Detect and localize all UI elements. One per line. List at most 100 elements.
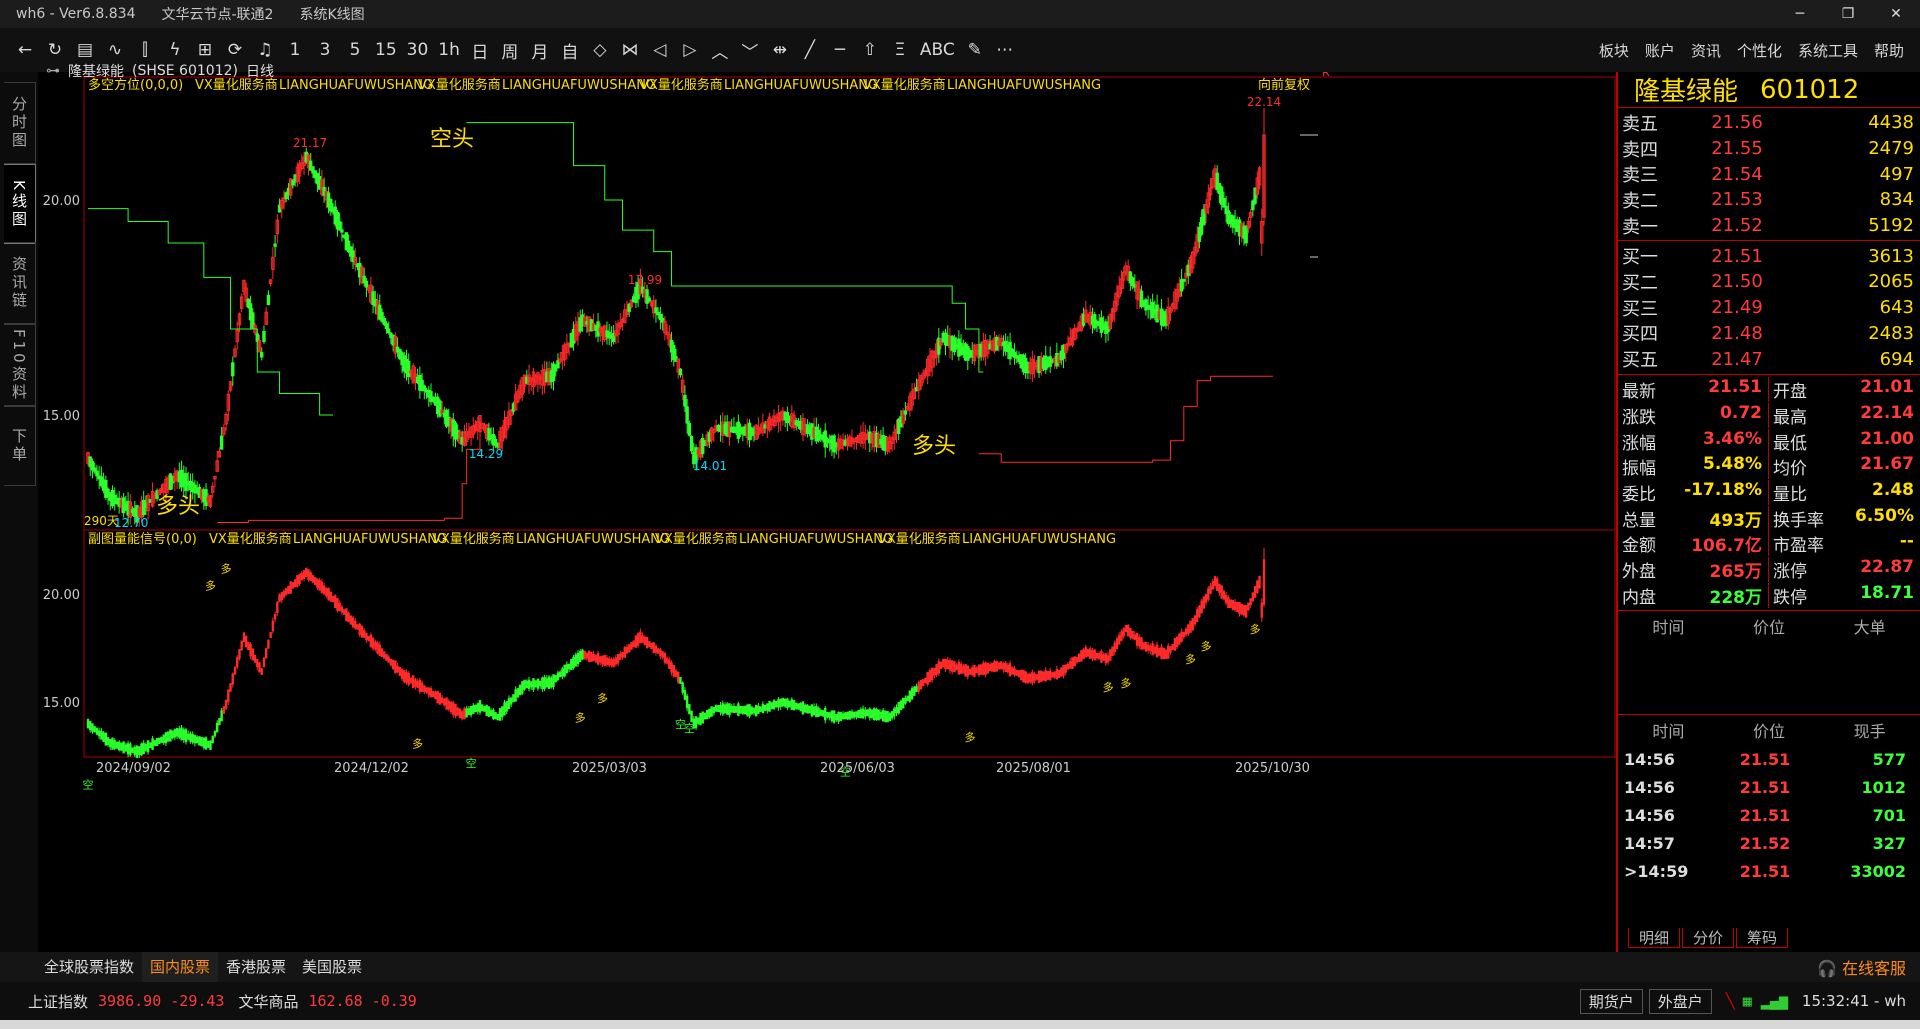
stat-cell: 振幅 5.48% bbox=[1618, 454, 1769, 480]
close-button[interactable]: ✕ bbox=[1872, 0, 1920, 28]
left-tab-1[interactable]: K线图 bbox=[4, 164, 36, 244]
period-select[interactable]: 日线 bbox=[246, 61, 274, 81]
sub-candle-body bbox=[187, 733, 190, 740]
ask-label: 卖三 bbox=[1622, 165, 1658, 187]
sub-candle-body bbox=[345, 608, 348, 622]
sub-candle-body bbox=[741, 706, 745, 714]
sub-candle-body bbox=[953, 661, 956, 673]
sub-candle-body bbox=[946, 659, 949, 670]
foreign-account-button[interactable]: 外盘户 bbox=[1648, 988, 1712, 1014]
sub-candle-body bbox=[790, 699, 794, 710]
sub-candle-body bbox=[425, 687, 428, 693]
kline-chart[interactable]: 20.0015.0020.0015.00多空方位(0,0,0) VX量化服务商 LI… bbox=[38, 66, 1616, 952]
ask-label: 卖一 bbox=[1622, 216, 1658, 238]
sub-candle-body bbox=[394, 660, 397, 674]
stat-row: 外盘 265万 涨停 22.87 bbox=[1618, 557, 1920, 583]
candle-body bbox=[1182, 278, 1186, 282]
menu-item-0[interactable]: 板块 bbox=[1599, 40, 1629, 61]
sub-candle-body bbox=[768, 700, 771, 712]
market-tab-3[interactable]: 美国股票 bbox=[294, 952, 370, 982]
sub-candle-body bbox=[625, 646, 629, 654]
online-support-link[interactable]: 🎧 在线客服 bbox=[1817, 955, 1906, 979]
sub-candle-body bbox=[1251, 592, 1255, 602]
sub-candle-body bbox=[458, 708, 462, 719]
x-tick-label: 2025/08/01 bbox=[996, 761, 1071, 776]
x-tick-label: 2024/12/02 bbox=[334, 761, 409, 776]
stat-value: 5.48% bbox=[1703, 454, 1762, 475]
sub-candle-body bbox=[465, 708, 468, 718]
minimize-button[interactable]: ─ bbox=[1776, 0, 1824, 28]
watermark-text: VX量化服务商 bbox=[655, 531, 738, 547]
panel-tab-2[interactable]: 筹码 bbox=[1736, 928, 1789, 948]
sub-candle-body bbox=[783, 698, 787, 707]
panel-tab-0[interactable]: 明细 bbox=[1628, 928, 1681, 948]
stock-title: 隆基绿能 601012 bbox=[1618, 72, 1920, 108]
sub-candle-body bbox=[242, 632, 246, 643]
panel-tabs: 明细 分价 筹码 bbox=[1628, 928, 1790, 948]
tick-price: 21.51 bbox=[1739, 861, 1791, 881]
candle-body bbox=[364, 280, 369, 288]
sub-candle-body bbox=[1106, 655, 1110, 663]
left-tab-0[interactable]: 分时图 bbox=[4, 82, 36, 164]
sub-candle-body bbox=[1002, 663, 1005, 670]
ask-volume: 497 bbox=[1879, 163, 1914, 185]
long-signal: 多 bbox=[597, 691, 608, 705]
futures-account-button[interactable]: 期货户 bbox=[1579, 988, 1643, 1014]
menu-item-1[interactable]: 账户 bbox=[1645, 40, 1675, 61]
sub-candle-body bbox=[1198, 605, 1201, 617]
candle-body bbox=[95, 470, 99, 477]
panel-tab-1[interactable]: 分价 bbox=[1682, 928, 1735, 948]
sub-candle-body bbox=[124, 744, 128, 752]
sub-candle-body bbox=[737, 703, 740, 716]
sub-candle-body bbox=[995, 660, 998, 672]
market-tab-2[interactable]: 香港股票 bbox=[218, 952, 294, 982]
market-tab-0[interactable]: 全球股票指数 bbox=[36, 952, 142, 982]
y-tick-sub: 20.00 bbox=[43, 588, 80, 603]
sub-candle-body bbox=[501, 706, 504, 718]
menu-item-3[interactable]: 个性化 bbox=[1737, 40, 1782, 61]
sub-candle-body bbox=[661, 651, 664, 658]
index2-value: 162.68 -0.39 bbox=[308, 992, 417, 1010]
sub-candle-body bbox=[628, 644, 631, 653]
stat-cell: 总量 493万 bbox=[1618, 505, 1769, 531]
menu-item-4[interactable]: 系统工具 bbox=[1798, 40, 1858, 61]
sub-candle-body bbox=[1095, 652, 1099, 659]
sub-candle-body bbox=[893, 708, 896, 717]
sub-candle-body bbox=[835, 714, 838, 721]
sub-candle-body bbox=[879, 712, 883, 719]
tick-price: 21.51 bbox=[1739, 805, 1791, 825]
watermark-text: VX量化服务商 bbox=[878, 531, 961, 547]
sub-candle-body bbox=[396, 665, 399, 673]
long-signal: 多 bbox=[1120, 676, 1131, 690]
sub-candle-body bbox=[492, 709, 495, 720]
sub-candle-body bbox=[641, 635, 644, 643]
sub-candle-body bbox=[788, 700, 791, 708]
sub-candle-body bbox=[930, 667, 934, 681]
sub-candle-body bbox=[1028, 673, 1032, 683]
long-signal: 多 bbox=[1185, 652, 1196, 666]
market-tab-1[interactable]: 国内股票 bbox=[142, 952, 219, 982]
sub-candle-body bbox=[739, 705, 742, 714]
sub-candle-body bbox=[579, 650, 582, 662]
menu-item-5[interactable]: 帮助 bbox=[1874, 40, 1904, 61]
menu-item-2[interactable]: 资讯 bbox=[1691, 40, 1721, 61]
sub-candle-body bbox=[202, 737, 206, 748]
sub-candle-body bbox=[434, 691, 437, 700]
restore-button[interactable]: ❐ bbox=[1824, 0, 1872, 28]
left-tab-2[interactable]: 资讯链 bbox=[4, 242, 36, 324]
y-tick-main: 20.00 bbox=[43, 194, 80, 209]
left-tab-4[interactable]: 下单 bbox=[4, 406, 36, 486]
sub-candle-body bbox=[1113, 642, 1116, 653]
left-tab-3[interactable]: F10资料 bbox=[4, 324, 36, 406]
sub-candle-body bbox=[1100, 651, 1103, 663]
kline-chart-area[interactable]: 20.00 15.00 20.00 15.00 多空方位(0,0,0) VX量化服务商 LI… bbox=[38, 63, 1616, 952]
sub-candle-body bbox=[1089, 648, 1092, 659]
candle-body bbox=[687, 422, 692, 436]
sub-candle-body bbox=[870, 709, 874, 718]
sub-candle-body bbox=[117, 741, 121, 751]
sub-candle-body bbox=[884, 710, 887, 722]
stat-key: 外盘 bbox=[1622, 562, 1656, 583]
toolbar-tool-0[interactable]: ← bbox=[10, 28, 40, 72]
sub-candle-body bbox=[1207, 588, 1210, 600]
tick-price: 21.51 bbox=[1739, 749, 1791, 769]
